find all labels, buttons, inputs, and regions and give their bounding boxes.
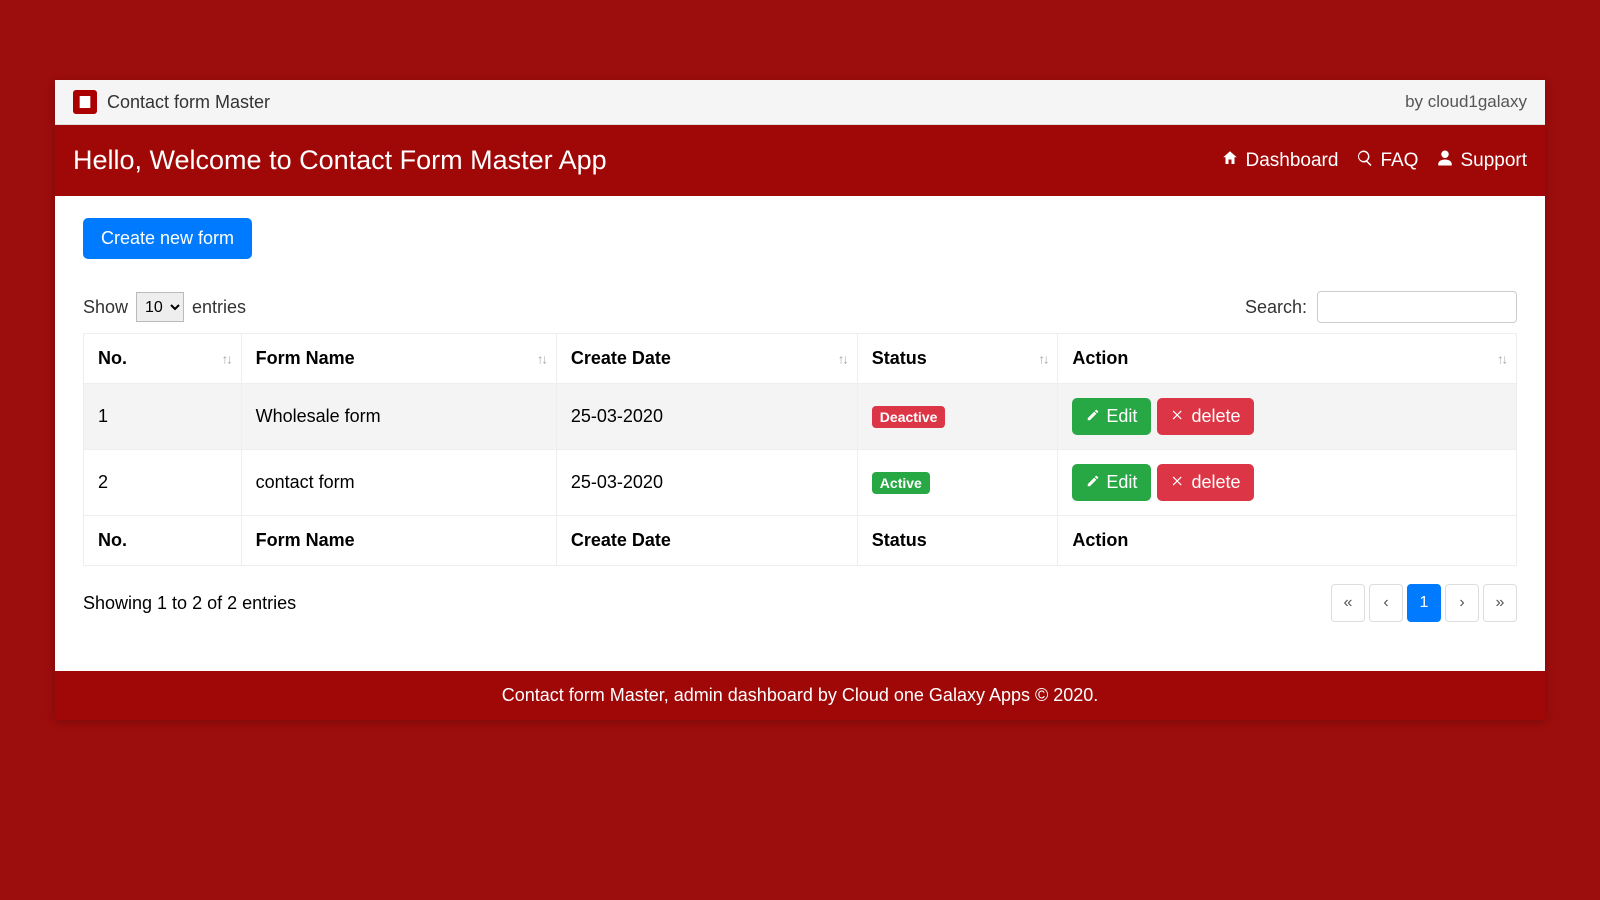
byline: by cloud1galaxy xyxy=(1405,92,1527,112)
table-controls: Show 10 entries Search: xyxy=(83,291,1517,323)
pencil-icon xyxy=(1086,472,1100,493)
cell-no: 1 xyxy=(84,384,242,450)
page-next[interactable]: › xyxy=(1445,584,1479,622)
topbar-left: Contact form Master xyxy=(73,90,270,114)
col-no[interactable]: No.↑↓ xyxy=(84,334,242,384)
nav-faq-label: FAQ xyxy=(1380,150,1418,172)
edit-button[interactable]: Edit xyxy=(1072,464,1151,501)
sort-icon: ↑↓ xyxy=(1038,351,1047,366)
content: Create new form Show 10 entries Search: … xyxy=(55,196,1545,671)
create-form-button[interactable]: Create new form xyxy=(83,218,252,259)
status-badge: Deactive xyxy=(872,406,946,428)
search-box: Search: xyxy=(1245,291,1517,323)
cell-action: Editdelete xyxy=(1058,384,1517,450)
user-icon xyxy=(1436,149,1454,173)
page-title: Hello, Welcome to Contact Form Master Ap… xyxy=(73,145,607,176)
cell-name: contact form xyxy=(241,450,556,516)
heading-bar: Hello, Welcome to Contact Form Master Ap… xyxy=(55,125,1545,196)
app-frame: Contact form Master by cloud1galaxy Hell… xyxy=(55,80,1545,720)
pagination: « ‹ 1 › » xyxy=(1331,584,1517,622)
search-icon xyxy=(1356,149,1374,173)
page-prev[interactable]: ‹ xyxy=(1369,584,1403,622)
table-footer: Showing 1 to 2 of 2 entries « ‹ 1 › » xyxy=(83,584,1517,622)
nav-dashboard-label: Dashboard xyxy=(1245,150,1338,172)
sort-icon: ↑↓ xyxy=(1497,351,1506,366)
fcol-action: Action xyxy=(1058,516,1517,566)
table-summary: Showing 1 to 2 of 2 entries xyxy=(83,593,296,614)
nav: Dashboard FAQ Support xyxy=(1221,149,1527,173)
cell-date: 25-03-2020 xyxy=(556,384,857,450)
nav-support[interactable]: Support xyxy=(1436,149,1527,173)
col-date[interactable]: Create Date↑↓ xyxy=(556,334,857,384)
table-body: 1Wholesale form25-03-2020 Deactive Editdel… xyxy=(84,384,1517,516)
app-logo-icon xyxy=(73,90,97,114)
status-badge: Active xyxy=(872,472,930,494)
fcol-date: Create Date xyxy=(556,516,857,566)
cell-status: Deactive xyxy=(857,384,1058,450)
sort-icon: ↑↓ xyxy=(222,351,231,366)
entries-select[interactable]: 10 xyxy=(136,292,184,322)
footer: Contact form Master, admin dashboard by … xyxy=(55,671,1545,720)
delete-button[interactable]: delete xyxy=(1157,398,1254,435)
page-last[interactable]: » xyxy=(1483,584,1517,622)
sort-icon: ↑↓ xyxy=(537,351,546,366)
home-icon xyxy=(1221,149,1239,173)
fcol-name: Form Name xyxy=(241,516,556,566)
table-row: 1Wholesale form25-03-2020 Deactive Editdel… xyxy=(84,384,1517,450)
nav-support-label: Support xyxy=(1460,150,1527,172)
col-name[interactable]: Form Name↑↓ xyxy=(241,334,556,384)
nav-dashboard[interactable]: Dashboard xyxy=(1221,149,1338,173)
table-footer-row: No. Form Name Create Date Status Action xyxy=(84,516,1517,566)
show-prefix: Show xyxy=(83,297,128,318)
col-status[interactable]: Status↑↓ xyxy=(857,334,1058,384)
cell-name: Wholesale form xyxy=(241,384,556,450)
cell-status: Active xyxy=(857,450,1058,516)
close-icon xyxy=(1171,472,1185,493)
page-first[interactable]: « xyxy=(1331,584,1365,622)
cell-no: 2 xyxy=(84,450,242,516)
table-header-row: No.↑↓ Form Name↑↓ Create Date↑↓ Status↑↓… xyxy=(84,334,1517,384)
delete-button[interactable]: delete xyxy=(1157,464,1254,501)
nav-faq[interactable]: FAQ xyxy=(1356,149,1418,173)
page-1[interactable]: 1 xyxy=(1407,584,1441,622)
cell-date: 25-03-2020 xyxy=(556,450,857,516)
fcol-status: Status xyxy=(857,516,1058,566)
topbar: Contact form Master by cloud1galaxy xyxy=(55,80,1545,125)
pencil-icon xyxy=(1086,406,1100,427)
cell-action: Editdelete xyxy=(1058,450,1517,516)
close-icon xyxy=(1171,406,1185,427)
app-title: Contact form Master xyxy=(107,92,270,113)
col-action[interactable]: Action↑↓ xyxy=(1058,334,1517,384)
search-label: Search: xyxy=(1245,297,1307,318)
search-input[interactable] xyxy=(1317,291,1517,323)
edit-button[interactable]: Edit xyxy=(1072,398,1151,435)
show-suffix: entries xyxy=(192,297,246,318)
sort-icon: ↑↓ xyxy=(838,351,847,366)
table-row: 2contact form25-03-2020 Active Editdelete xyxy=(84,450,1517,516)
fcol-no: No. xyxy=(84,516,242,566)
show-entries: Show 10 entries xyxy=(83,292,246,322)
forms-table: No.↑↓ Form Name↑↓ Create Date↑↓ Status↑↓… xyxy=(83,333,1517,566)
